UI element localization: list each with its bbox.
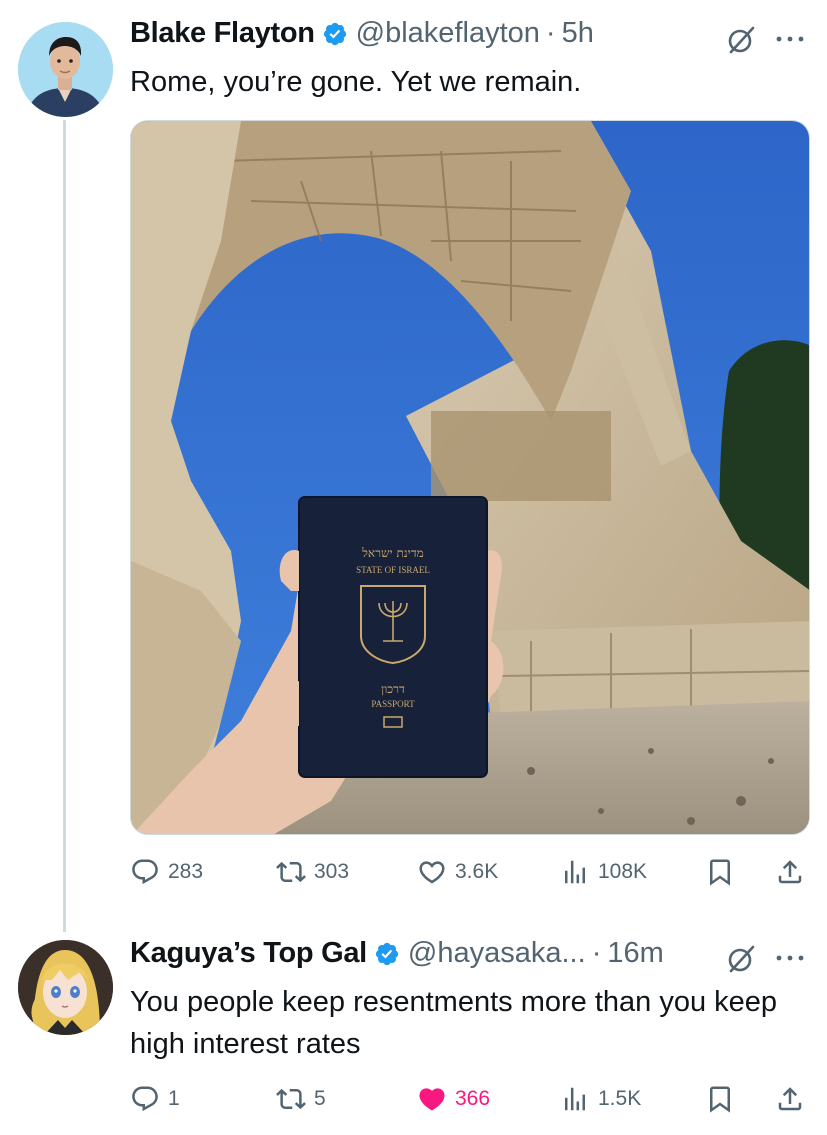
more-icon[interactable] — [774, 953, 806, 963]
share-icon — [778, 1087, 802, 1111]
author-handle[interactable]: @blakeflayton — [356, 17, 540, 50]
tweet-actions: 283 303 3.6K 108K — [130, 855, 810, 889]
passport-hebrew-title: מדינת ישראל — [361, 546, 423, 560]
more-icon[interactable] — [774, 34, 806, 44]
views-icon — [565, 1087, 585, 1111]
timestamp[interactable]: 5h — [562, 17, 594, 50]
passport-english-title: STATE OF ISRAEL — [356, 565, 430, 575]
share-button[interactable] — [775, 1084, 805, 1114]
bookmark-button[interactable] — [705, 857, 735, 887]
reply-count: 283 — [168, 860, 204, 883]
reply-author-name[interactable]: Kaguya’s Top Gal — [130, 937, 367, 970]
like-count: 366 — [455, 1087, 491, 1110]
reply-author-handle[interactable]: @hayasaka... — [408, 937, 586, 970]
share-icon — [778, 860, 802, 884]
grok-icon[interactable] — [726, 944, 756, 974]
passport-english-label: PASSPORT — [371, 699, 415, 709]
verified-icon — [375, 942, 399, 965]
repost-button[interactable]: 5 — [276, 1084, 326, 1114]
bookmark-icon — [710, 1086, 730, 1113]
reply-author-avatar[interactable] — [18, 940, 113, 1035]
verified-icon — [323, 22, 346, 45]
bookmark-icon — [710, 859, 730, 886]
view-count: 1.5K — [598, 1087, 642, 1110]
reply-icon — [132, 859, 158, 885]
share-button[interactable] — [775, 857, 805, 887]
reply-button[interactable]: 1 — [130, 1084, 180, 1114]
like-button[interactable]: 366 — [417, 1084, 490, 1114]
repost-icon — [276, 861, 306, 883]
separator-dot: · — [591, 937, 602, 969]
like-count: 3.6K — [455, 860, 499, 883]
passport-hebrew-label: דרכון — [381, 682, 405, 696]
tweet-photo[interactable]: מדינת ישראל STATE OF ISRAEL דרכון PASSPO… — [130, 120, 810, 835]
reply-button[interactable]: 283 — [130, 857, 203, 887]
grok-icon[interactable] — [726, 25, 756, 55]
views-button[interactable]: 108K — [560, 857, 647, 887]
reply-header: Kaguya’s Top Gal @hayasaka... · 16m — [130, 937, 664, 970]
view-count: 108K — [598, 860, 648, 883]
thread-line — [63, 120, 66, 932]
author-name[interactable]: Blake Flayton — [130, 17, 315, 50]
views-icon — [565, 860, 585, 884]
views-button[interactable]: 1.5K — [560, 1084, 641, 1114]
repost-count: 5 — [314, 1087, 326, 1110]
repost-button[interactable]: 303 — [276, 857, 349, 887]
like-icon — [419, 861, 445, 884]
bookmark-button[interactable] — [705, 1084, 735, 1114]
author-avatar[interactable] — [18, 22, 113, 117]
repost-icon — [276, 1088, 306, 1110]
reply-count: 1 — [168, 1087, 180, 1110]
repost-count: 303 — [314, 860, 350, 883]
tweet-header: Blake Flayton @blakeflayton · 5h — [130, 17, 594, 50]
reply-text: You people keep resentments more than yo… — [130, 986, 778, 1060]
tweet-text: Rome, you’re gone. Yet we remain. — [130, 66, 582, 98]
reply-icon — [132, 1086, 158, 1112]
separator-dot: · — [545, 17, 556, 49]
reply-timestamp[interactable]: 16m — [607, 937, 663, 970]
reply-actions: 1 5 366 1.5K — [130, 1082, 810, 1116]
like-button[interactable]: 3.6K — [417, 857, 498, 887]
like-icon — [419, 1088, 445, 1111]
